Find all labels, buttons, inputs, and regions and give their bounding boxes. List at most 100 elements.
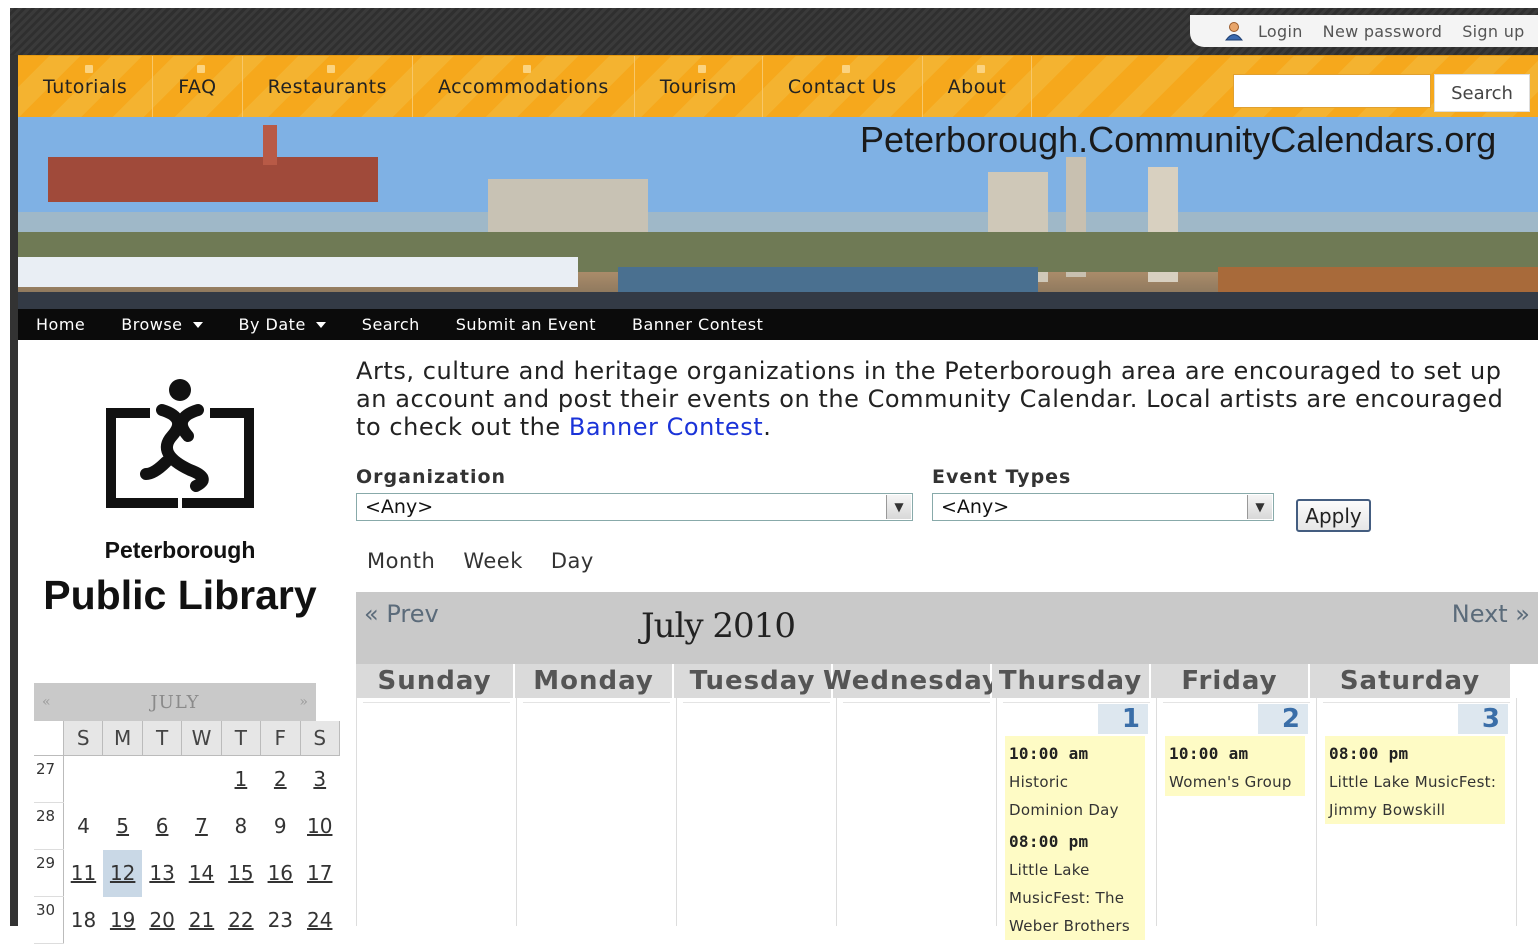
event-title-line: MusicFest: The xyxy=(1009,889,1125,907)
week-number[interactable]: 30 xyxy=(34,896,64,944)
subnav-submit-event[interactable]: Submit an Event xyxy=(456,315,596,334)
tab-week[interactable]: Week xyxy=(463,549,523,573)
nav-about[interactable]: About xyxy=(923,56,1033,118)
mini-day-link[interactable]: 14 xyxy=(182,850,221,897)
calendar-next-link[interactable]: Next » xyxy=(1452,600,1530,628)
day-number-link[interactable]: 3 xyxy=(1458,704,1508,734)
page-frame-left xyxy=(0,0,10,926)
calendar-header: « Prev July 2010 Next » xyxy=(356,592,1538,664)
mini-day-link[interactable]: 13 xyxy=(142,850,181,897)
mini-day-link[interactable]: 10 xyxy=(300,803,340,850)
weekday-header: W xyxy=(181,721,222,756)
weekday-header: F xyxy=(260,721,301,756)
logo-city-text: Peterborough xyxy=(104,537,256,563)
mini-day-link[interactable]: 24 xyxy=(300,897,340,944)
site-search-button[interactable]: Search xyxy=(1434,74,1530,112)
site-search-input[interactable] xyxy=(1233,74,1431,108)
mini-day xyxy=(103,756,142,803)
site-title[interactable]: Peterborough.CommunityCalendars.org xyxy=(860,119,1496,161)
user-links: Login New password Sign up xyxy=(1190,15,1538,47)
calendar-cell-empty xyxy=(517,698,677,926)
calendar-cell-thursday: 1 10:00 am Historic Dominion Day 08:00 p… xyxy=(997,698,1157,940)
mini-day-link[interactable]: 17 xyxy=(300,850,340,897)
mini-day-link[interactable]: 1 xyxy=(221,756,260,803)
calendar-cell-saturday: 3 08:00 pm Little Lake MusicFest: Jimmy … xyxy=(1317,698,1517,926)
mini-day-link[interactable]: 6 xyxy=(142,803,181,850)
organization-select[interactable]: <Any> ▼ xyxy=(356,493,913,521)
calendar-prev-link[interactable]: « Prev xyxy=(364,600,439,628)
week-number[interactable]: 28 xyxy=(34,802,64,850)
day-header-thursday: Thursday xyxy=(992,664,1151,698)
mini-day: 8 xyxy=(234,814,248,838)
week-number[interactable]: 27 xyxy=(34,755,64,803)
mini-day: 4 xyxy=(77,814,90,838)
chevron-down-icon[interactable]: ▼ xyxy=(1247,495,1272,519)
calendar-event[interactable]: 08:00 pm Little Lake MusicFest: The Webe… xyxy=(1005,824,1145,940)
mini-day-today[interactable]: 12 xyxy=(102,849,143,897)
mini-calendar-prev[interactable]: « xyxy=(34,694,59,710)
new-password-link[interactable]: New password xyxy=(1323,22,1443,41)
banner-contest-link[interactable]: Banner Contest xyxy=(569,413,763,441)
mini-day-link[interactable]: 16 xyxy=(261,850,300,897)
mini-calendar-title: JULY xyxy=(150,691,200,713)
mini-day-link[interactable]: 2 xyxy=(261,756,300,803)
mini-calendar-week: 29 11 12 13 14 15 16 17 xyxy=(34,849,340,897)
calendar-cell-empty xyxy=(357,698,517,926)
logo-library-text: Public Library xyxy=(43,572,317,618)
subnav-home[interactable]: Home xyxy=(36,315,85,334)
calendar-event[interactable]: 10:00 am Historic Dominion Day xyxy=(1005,736,1145,824)
mini-day-link[interactable]: 22 xyxy=(221,897,260,944)
day-header-saturday: Saturday xyxy=(1310,664,1510,698)
calendar-cell-empty xyxy=(837,698,997,926)
chevron-down-icon[interactable]: ▼ xyxy=(886,495,911,519)
subnav-browse[interactable]: Browse xyxy=(121,315,203,334)
calendar-event[interactable]: 10:00 am Women's Group xyxy=(1165,736,1305,796)
mini-calendar-header: « JULY » xyxy=(34,683,316,721)
week-number-header xyxy=(34,721,64,756)
mini-day-link[interactable]: 5 xyxy=(103,803,142,850)
nav-tourism[interactable]: Tourism xyxy=(635,56,763,118)
sign-up-link[interactable]: Sign up xyxy=(1462,22,1524,41)
mini-day-link[interactable]: 11 xyxy=(63,850,103,897)
library-logo-icon[interactable] xyxy=(100,378,260,518)
day-header-friday: Friday xyxy=(1151,664,1310,698)
event-time: 10:00 am xyxy=(1169,744,1249,763)
nav-accommodations[interactable]: Accommodations xyxy=(413,56,635,118)
tab-day[interactable]: Day xyxy=(551,549,594,573)
day-header-wednesday: Wednesday xyxy=(823,664,1000,698)
day-number-link[interactable]: 1 xyxy=(1098,704,1148,734)
mini-day-link[interactable]: 20 xyxy=(142,897,181,944)
nav-contact-us[interactable]: Contact Us xyxy=(763,56,923,118)
nav-faq[interactable]: FAQ xyxy=(153,56,243,118)
event-title-line: Weber Brothers xyxy=(1009,917,1130,935)
tab-month[interactable]: Month xyxy=(367,549,435,573)
mini-day-link[interactable]: 15 xyxy=(221,850,260,897)
apply-button[interactable]: Apply xyxy=(1296,499,1371,532)
event-time: 08:00 pm xyxy=(1009,832,1089,851)
event-title-line: Little Lake MusicFest: xyxy=(1329,773,1497,791)
mini-calendar-week: 28 4 5 6 7 8 9 10 xyxy=(34,802,340,850)
mini-calendar: « JULY » S M T W T F S 27 1 2 3 28 4 5 6… xyxy=(34,683,340,944)
calendar-event[interactable]: 08:00 pm Little Lake MusicFest: Jimmy Bo… xyxy=(1325,736,1505,824)
subnav-banner-contest[interactable]: Banner Contest xyxy=(632,315,763,334)
mini-day-link[interactable]: 7 xyxy=(182,803,221,850)
calendar-cell-empty xyxy=(677,698,837,926)
day-number-link[interactable]: 2 xyxy=(1258,704,1308,734)
mini-day-link[interactable]: 19 xyxy=(103,897,142,944)
week-number[interactable]: 29 xyxy=(34,849,64,897)
nav-tutorials[interactable]: Tutorials xyxy=(18,56,154,118)
subnav-by-date[interactable]: By Date xyxy=(239,315,326,334)
mini-day-link[interactable]: 21 xyxy=(182,897,221,944)
event-title-line: Dominion Day xyxy=(1009,801,1119,819)
mini-calendar-next[interactable]: » xyxy=(291,694,316,710)
login-link[interactable]: Login xyxy=(1258,22,1303,41)
mini-day: 23 xyxy=(267,908,294,932)
page-frame-top xyxy=(0,0,1538,8)
calendar-cell-friday: 2 10:00 am Women's Group xyxy=(1157,698,1317,926)
nav-restaurants[interactable]: Restaurants xyxy=(243,56,413,118)
weekday-header: S xyxy=(300,721,340,756)
mini-day-link[interactable]: 3 xyxy=(300,756,340,803)
view-tabs: Month Week Day xyxy=(367,549,622,573)
subnav-search[interactable]: Search xyxy=(362,315,420,334)
event-types-select[interactable]: <Any> ▼ xyxy=(932,493,1274,521)
